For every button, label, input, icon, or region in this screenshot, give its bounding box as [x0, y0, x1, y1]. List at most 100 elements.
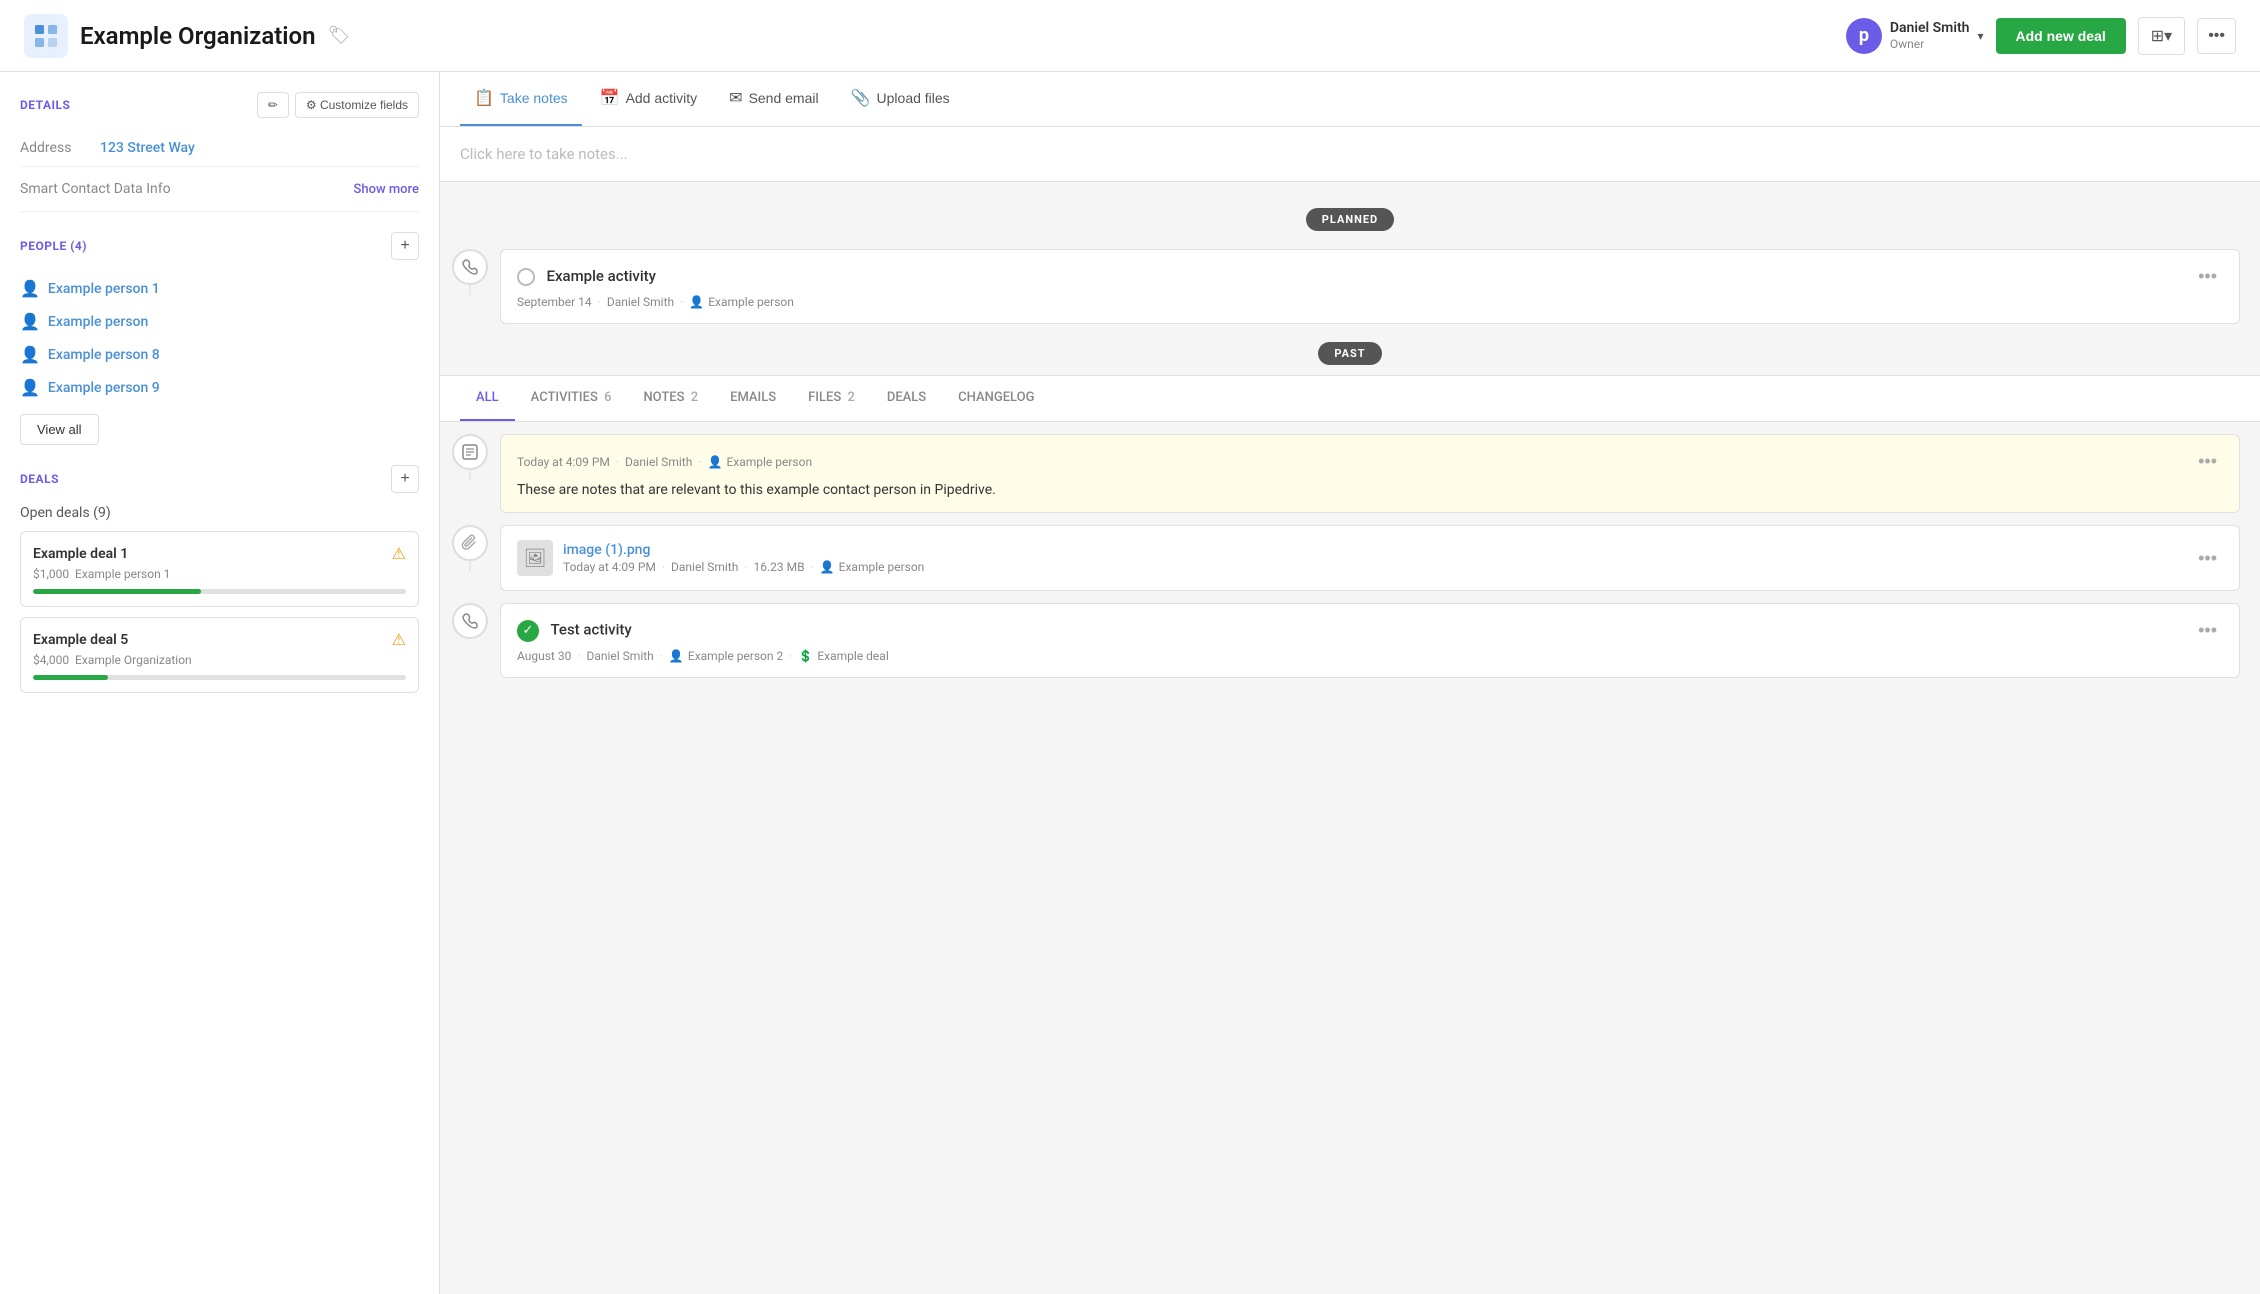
file-details: image (1).png Today at 4:09 PM · Daniel … — [563, 542, 924, 574]
past-badge-row: PAST — [440, 342, 2260, 365]
note-header: Today at 4:09 PM · Daniel Smith · 👤 Exam… — [517, 449, 2223, 474]
deal-progress-fill — [33, 675, 108, 680]
person-link[interactable]: Example person 8 — [48, 347, 160, 363]
tag-icon[interactable]: 🏷 — [328, 25, 351, 46]
notes-placeholder[interactable]: Click here to take notes... — [460, 145, 628, 163]
planned-activity-title: Example activity — [546, 267, 656, 285]
tab-emails[interactable]: EMAILS — [714, 376, 792, 421]
address-value[interactable]: 123 Street Way — [100, 140, 195, 156]
deal-name: Example deal 5 — [33, 632, 128, 648]
person-link[interactable]: Example person — [48, 314, 148, 330]
files-count: 2 — [847, 390, 854, 405]
user-role: Owner — [1890, 37, 1970, 53]
people-section: PEOPLE (4) + 👤 Example person 1 👤 Exampl… — [20, 232, 419, 445]
user-chevron-btn[interactable]: ▾ — [1977, 29, 1983, 43]
person-icon: 👤 — [20, 378, 40, 397]
timeline-col — [440, 525, 500, 571]
list-item: 👤 Example person — [20, 305, 419, 338]
main-layout: DETAILS ✏ ⚙ Customize fields Address 123… — [0, 72, 2260, 1294]
address-row: Address 123 Street Way — [20, 130, 419, 167]
add-activity-button[interactable]: 📅 Add activity — [586, 72, 712, 126]
past-activity-header: ✓ Test activity ••• — [517, 618, 2223, 643]
activity-person-meta: 👤 Example person — [689, 295, 794, 309]
send-email-button[interactable]: ✉ Send email — [715, 72, 832, 126]
note-meta: Today at 4:09 PM · Daniel Smith · 👤 Exam… — [517, 455, 812, 469]
upload-files-button[interactable]: 📎 Upload files — [837, 72, 964, 126]
tab-files[interactable]: FILES 2 — [792, 376, 871, 421]
note-user: Daniel Smith — [625, 455, 692, 469]
tab-deals[interactable]: DEALS — [871, 376, 942, 421]
note-row: Today at 4:09 PM · Daniel Smith · 👤 Exam… — [440, 422, 2260, 513]
feed-card-header: Example activity ••• — [517, 264, 2223, 289]
person-icon: 👤 — [707, 455, 722, 469]
deal-progress-bar — [33, 675, 406, 680]
notes-icon: 📋 — [474, 88, 494, 108]
note-icon — [452, 434, 488, 470]
deal-card[interactable]: Example deal 1 ⚠ $1,000 Example person 1 — [20, 531, 419, 607]
add-deal-button[interactable]: Add new deal — [1996, 18, 2126, 54]
planned-activity-card: Example activity ••• September 14 · Dani… — [500, 249, 2240, 324]
tab-changelog[interactable]: CHANGELOG — [942, 376, 1050, 421]
file-timestamp: Today at 4:09 PM — [563, 560, 656, 574]
more-options-button[interactable]: ••• — [2197, 18, 2236, 54]
planned-badge-row: PLANNED — [440, 208, 2260, 231]
tab-all[interactable]: ALL — [460, 376, 515, 421]
note-more-button[interactable]: ••• — [2192, 449, 2223, 474]
activity-checked[interactable]: ✓ — [517, 620, 539, 642]
activity-more-button[interactable]: ••• — [2192, 264, 2223, 289]
phone-past-icon — [452, 603, 488, 639]
show-more-link[interactable]: Show more — [354, 182, 420, 197]
left-sidebar: DETAILS ✏ ⚙ Customize fields Address 123… — [0, 72, 440, 1294]
grid-view-button[interactable]: ⊞▾ — [2138, 17, 2185, 55]
file-person-meta: 👤 Example person — [820, 560, 925, 574]
add-deal-sidebar-button[interactable]: + — [391, 465, 419, 493]
past-activity-deal: Example deal — [817, 649, 888, 663]
edit-button[interactable]: ✏ — [257, 92, 289, 118]
file-more-button[interactable]: ••• — [2192, 546, 2223, 571]
org-icon — [24, 14, 68, 58]
calendar-icon: 📅 — [600, 88, 620, 108]
smart-contact-label: Smart Contact Data Info — [20, 181, 171, 197]
past-activity-deal-meta: 💲 Example deal — [798, 649, 888, 663]
past-activity-more-button[interactable]: ••• — [2192, 618, 2223, 643]
tabs-row: ALL ACTIVITIES 6 NOTES 2 EMAILS FILES 2 — [440, 375, 2260, 422]
person-link[interactable]: Example person 1 — [48, 281, 160, 297]
person-link[interactable]: Example person 9 — [48, 380, 160, 396]
list-item: 👤 Example person 1 — [20, 272, 419, 305]
view-all-button[interactable]: View all — [20, 414, 99, 445]
file-user: Daniel Smith — [671, 560, 738, 574]
deal-card[interactable]: Example deal 5 ⚠ $4,000 Example Organiza… — [20, 617, 419, 693]
notes-area[interactable]: Click here to take notes... — [440, 127, 2260, 182]
deal-name: Example deal 1 — [33, 546, 128, 562]
deal-card-header: Example deal 5 ⚠ — [33, 630, 406, 649]
tab-notes[interactable]: NOTES 2 — [627, 376, 714, 421]
past-activity-user: Daniel Smith — [586, 649, 653, 663]
activity-unchecked[interactable] — [517, 268, 535, 286]
open-deals-label: Open deals (9) — [20, 505, 419, 521]
deal-card-header: Example deal 1 ⚠ — [33, 544, 406, 563]
deals-section: DEALS + Open deals (9) Example deal 1 ⚠ … — [20, 465, 419, 693]
person-icon: 👤 — [20, 345, 40, 364]
past-activity-title: Test activity — [550, 620, 631, 638]
file-person: Example person — [839, 560, 925, 574]
customize-fields-button[interactable]: ⚙ Customize fields — [295, 92, 419, 118]
right-content: 📋 Take notes 📅 Add activity ✉ Send email… — [440, 72, 2260, 1294]
smart-contact-row: Smart Contact Data Info Show more — [20, 167, 419, 212]
add-person-button[interactable]: + — [391, 232, 419, 260]
file-card: 🖼 image (1).png Today at 4:09 PM · Danie… — [500, 525, 2240, 591]
past-activity-person2: Example person 2 — [688, 649, 783, 663]
activity-date: September 14 — [517, 295, 592, 309]
file-name[interactable]: image (1).png — [563, 542, 924, 558]
past-activity-date: August 30 — [517, 649, 571, 663]
note-person-meta: 👤 Example person — [707, 455, 812, 469]
take-notes-button[interactable]: 📋 Take notes — [460, 72, 582, 126]
user-info: Daniel Smith Owner — [1890, 19, 1970, 53]
timeline-line — [469, 470, 471, 480]
deal-progress-bar — [33, 589, 406, 594]
timeline-line — [469, 285, 471, 295]
deal-sub: $4,000 Example Organization — [33, 653, 406, 667]
deal-progress-fill — [33, 589, 201, 594]
tab-activities[interactable]: ACTIVITIES 6 — [515, 376, 628, 421]
list-item: 👤 Example person 8 — [20, 338, 419, 371]
activity-toolbar: 📋 Take notes 📅 Add activity ✉ Send email… — [440, 72, 2260, 127]
